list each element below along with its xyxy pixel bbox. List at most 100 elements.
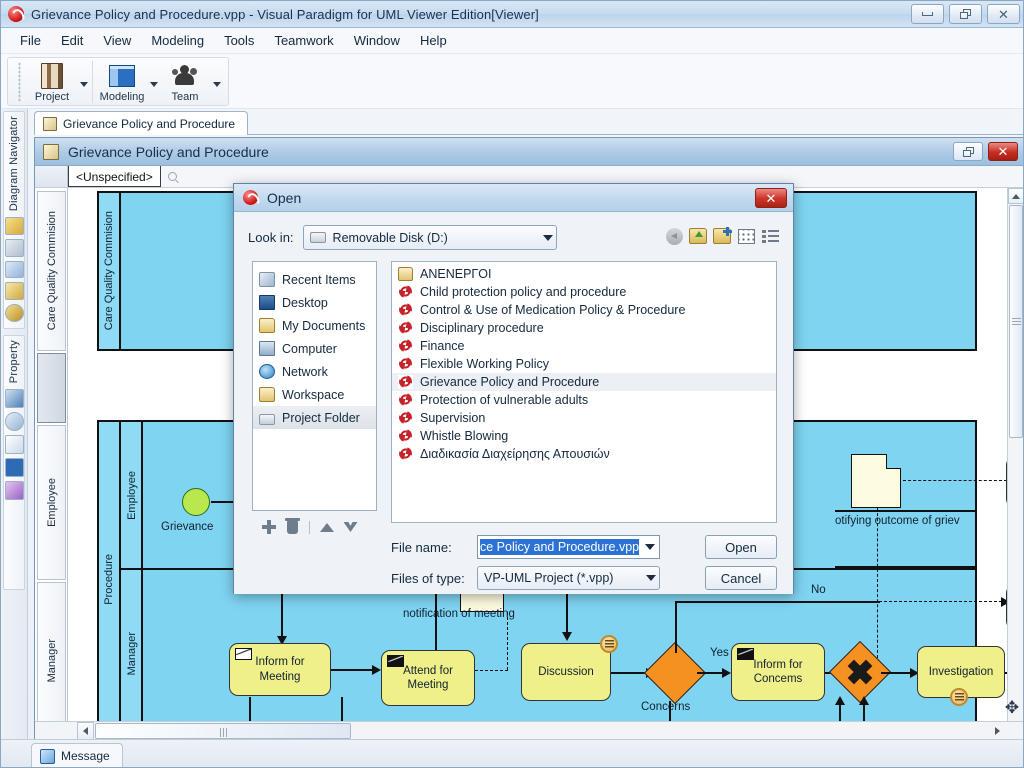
scroll-right-button[interactable]	[989, 722, 1006, 740]
tile-view-icon[interactable]	[736, 226, 756, 246]
menu-help[interactable]: Help	[411, 30, 456, 51]
class-diagram-icon[interactable]	[4, 238, 24, 257]
file-list-item[interactable]: Protection of vulnerable adults	[392, 391, 776, 409]
menu-edit[interactable]: Edit	[52, 30, 92, 51]
menu-tools[interactable]: Tools	[215, 30, 263, 51]
place-recent-items[interactable]: Recent Items	[253, 268, 376, 291]
canvas-vertical-scrollbar[interactable]	[1007, 188, 1023, 741]
diagram-restore-button[interactable]	[953, 142, 983, 161]
team-button[interactable]: Team	[159, 60, 211, 103]
scroll-up-button[interactable]	[1008, 188, 1023, 204]
gutter-care-quality-commision[interactable]: Care Quality Commision	[37, 191, 66, 351]
unspecified-tab[interactable]: <Unspecified>	[68, 166, 161, 187]
cancel-button[interactable]: Cancel	[705, 566, 777, 590]
places-sidebar[interactable]: Recent Items Desktop My Documents Comput…	[252, 261, 377, 511]
list-view-icon[interactable]	[760, 226, 780, 246]
stereotype-icon[interactable]	[4, 481, 24, 501]
place-desktop[interactable]: Desktop	[253, 291, 376, 314]
file-list-item[interactable]: Whistle Blowing	[392, 427, 776, 445]
tab-grievance-policy-and-procedure[interactable]: Grievance Policy and Procedure	[34, 111, 249, 135]
task-inform-for-meeting[interactable]: Inform for Meeting	[229, 643, 331, 696]
up-folder-icon[interactable]	[688, 226, 708, 246]
place-workspace[interactable]: Workspace	[253, 383, 376, 406]
menu-teamwork[interactable]: Teamwork	[265, 30, 342, 51]
task-inform-for-concerns[interactable]: Inform for Concems	[731, 643, 825, 701]
file-name-input[interactable]: ce Policy and Procedure.vpp	[477, 535, 660, 559]
minimize-button[interactable]	[911, 4, 944, 24]
menu-view[interactable]: View	[94, 30, 140, 51]
model-icon[interactable]	[4, 412, 24, 432]
place-network[interactable]: Network	[253, 360, 376, 383]
menu-window[interactable]: Window	[345, 30, 409, 51]
file-list-item[interactable]: Διαδικασία Διαχείρησης Απουσιών	[392, 445, 776, 463]
open-button[interactable]: Open	[705, 535, 777, 559]
star-icon[interactable]	[4, 458, 24, 478]
add-place-button[interactable]	[261, 520, 276, 535]
data-object-notify-outcome[interactable]	[851, 454, 901, 508]
look-in-combo[interactable]: Removable Disk (D:)	[302, 225, 557, 250]
file-list-item[interactable]: Finance	[392, 337, 776, 355]
diagram-window-title-bar: Grievance Policy and Procedure ✕	[35, 138, 1023, 166]
file-list-item[interactable]: ΑΝΕΝΕΡΓΟΙ	[392, 265, 776, 283]
project-dropdown-arrow[interactable]	[78, 60, 89, 87]
move-down-button[interactable]	[343, 520, 358, 535]
package-icon[interactable]	[4, 282, 24, 301]
message-tab[interactable]: Message	[31, 743, 123, 767]
search-diagram-icon[interactable]	[4, 304, 24, 323]
file-list-item[interactable]: Child protection policy and procedure	[392, 283, 776, 301]
start-event-grievance[interactable]	[182, 488, 210, 516]
file-list-item[interactable]: Disciplinary procedure	[392, 319, 776, 337]
visual-paradigm-icon	[8, 6, 24, 22]
gutter-selected[interactable]	[37, 353, 66, 423]
project-button[interactable]: Project	[26, 60, 78, 103]
menu-file[interactable]: File	[11, 30, 50, 51]
flow-arrow	[722, 668, 731, 678]
move-up-button[interactable]	[319, 520, 334, 535]
pan-tool-icon[interactable]: ✥	[1002, 698, 1022, 718]
message-filled-icon	[387, 655, 404, 667]
open-dialog-close-button[interactable]: ✕	[755, 188, 787, 208]
file-list[interactable]: ΑΝΕΝΕΡΓΟΙ Child protection policy and pr…	[391, 261, 777, 523]
horizontal-scroll-thumb[interactable]	[95, 723, 351, 739]
team-dropdown-arrow[interactable]	[211, 60, 222, 87]
documentation-icon[interactable]	[4, 435, 24, 455]
zoom-icon[interactable]	[167, 172, 177, 181]
menu-modeling[interactable]: Modeling	[142, 30, 213, 51]
window-title: Grievance Policy and Procedure.vpp - Vis…	[31, 6, 539, 22]
place-label: Workspace	[282, 387, 345, 402]
place-my-documents[interactable]: My Documents	[253, 314, 376, 337]
diagram-close-button[interactable]: ✕	[988, 142, 1018, 161]
vertical-scroll-thumb[interactable]	[1009, 205, 1023, 438]
sequence-diagram-icon[interactable]	[4, 260, 24, 279]
property-grid-icon[interactable]	[4, 389, 24, 409]
file-list-item[interactable]: Control & Use of Medication Policy & Pro…	[392, 301, 776, 319]
close-button[interactable]: ✕	[987, 4, 1020, 24]
scroll-left-button[interactable]	[77, 722, 94, 740]
file-list-item[interactable]: Flexible Working Policy	[392, 355, 776, 373]
gutter-employee[interactable]: Employee	[37, 425, 66, 580]
remove-place-button[interactable]	[285, 517, 300, 535]
modeling-button[interactable]: Modeling	[96, 60, 148, 103]
property-panel[interactable]: Property	[3, 335, 25, 590]
scroll-thumb-grip	[1011, 318, 1021, 325]
canvas-horizontal-scrollbar[interactable]	[35, 721, 1023, 740]
back-icon[interactable]	[664, 226, 684, 246]
file-name-label: Finance	[420, 339, 465, 353]
task-discussion[interactable]: Discussion	[521, 635, 618, 701]
modeling-dropdown-arrow[interactable]	[148, 60, 159, 87]
task-investigation[interactable]: Investigation	[917, 646, 1005, 706]
lane-label-employee: Employee	[126, 470, 138, 520]
file-list-item-selected[interactable]: Grievance Policy and Procedure	[392, 373, 776, 391]
gutter-manager[interactable]: Manager	[37, 582, 66, 740]
chevron-down-icon[interactable]	[645, 544, 655, 550]
restore-button[interactable]	[949, 4, 982, 24]
place-computer[interactable]: Computer	[253, 337, 376, 360]
diagram-folder-icon[interactable]	[4, 217, 24, 235]
file-list-item[interactable]: Supervision	[392, 409, 776, 427]
new-folder-icon[interactable]	[712, 226, 732, 246]
place-project-folder[interactable]: Project Folder	[253, 406, 376, 429]
files-of-type-combo[interactable]: VP-UML Project (*.vpp)	[477, 566, 660, 590]
diagram-navigator-panel[interactable]: Diagram Navigator	[3, 111, 25, 329]
toolbar-grip[interactable]	[18, 62, 21, 102]
task-attend-for-meeting[interactable]: Attend for Meeting	[381, 650, 475, 706]
